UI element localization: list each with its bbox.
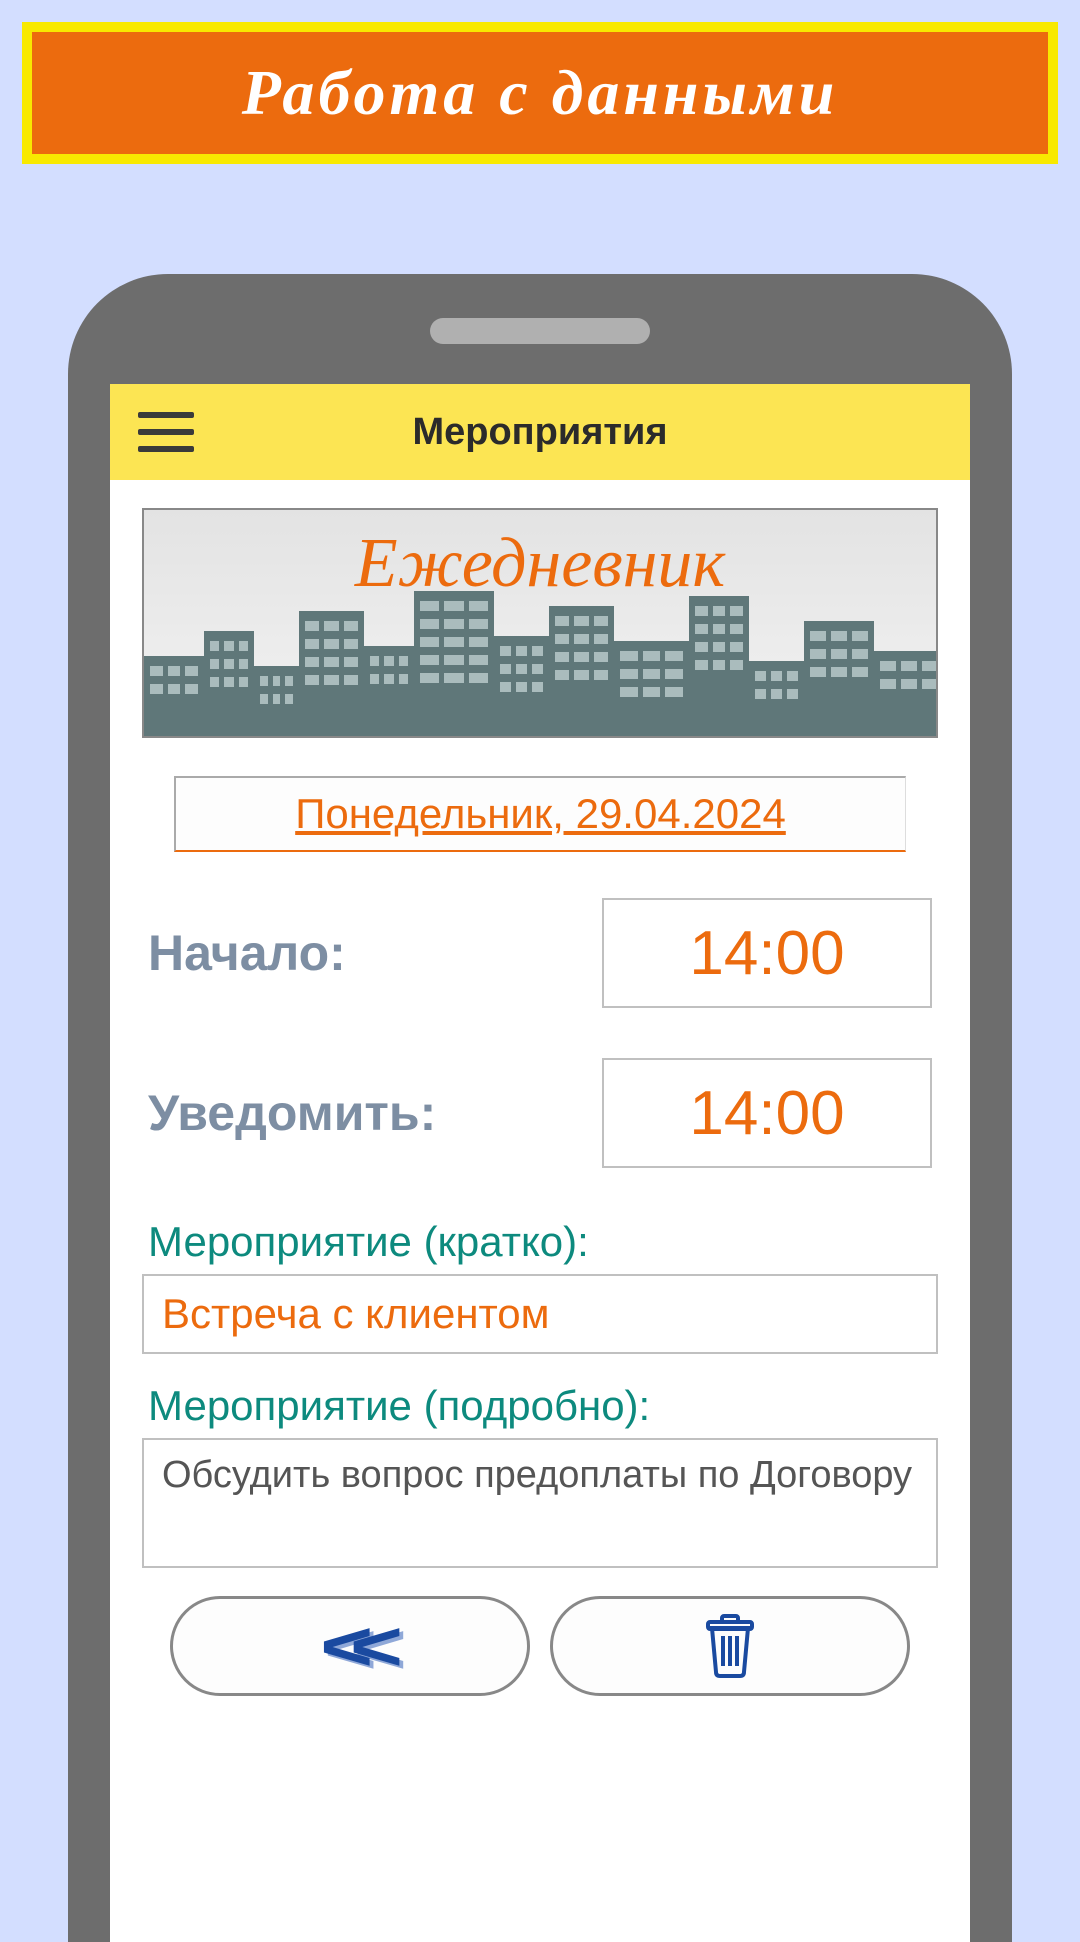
phone-speaker [430,318,650,344]
start-time-input[interactable]: 14:00 [602,898,932,1008]
hamburger-icon[interactable] [138,412,194,452]
back-button[interactable]: << [170,1596,530,1696]
event-detail-label: Мероприятие (подробно): [142,1382,938,1430]
city-banner: Ежедневник [142,508,938,738]
event-short-input[interactable]: Встреча с клиентом [142,1274,938,1354]
top-banner: Работа с данными [22,22,1058,164]
notify-label: Уведомить: [148,1084,436,1142]
city-banner-title: Ежедневник [144,524,936,604]
screen: Мероприятия Ежедневник [110,384,970,1942]
start-time-row: Начало: 14:00 [142,898,938,1008]
start-label: Начало: [148,924,346,982]
appbar-title: Мероприятия [412,411,667,454]
appbar: Мероприятия [110,384,970,480]
banner-title: Работа с данными [242,57,839,128]
delete-button[interactable] [550,1596,910,1696]
back-arrow-icon: << [320,1606,379,1686]
notify-time-input[interactable]: 14:00 [602,1058,932,1168]
event-detail-input[interactable]: Обсудить вопрос предоплаты по Договору [142,1438,938,1568]
skyline-icon [144,586,936,736]
content: Ежедневник Понедельник, 2 [110,480,970,1724]
notify-time-row: Уведомить: 14:00 [142,1058,938,1168]
date-field[interactable]: Понедельник, 29.04.2024 [174,776,906,852]
phone-frame: Мероприятия Ежедневник [68,274,1012,1942]
button-row: << [142,1596,938,1696]
trash-icon [702,1614,758,1678]
event-short-label: Мероприятие (кратко): [142,1218,938,1266]
